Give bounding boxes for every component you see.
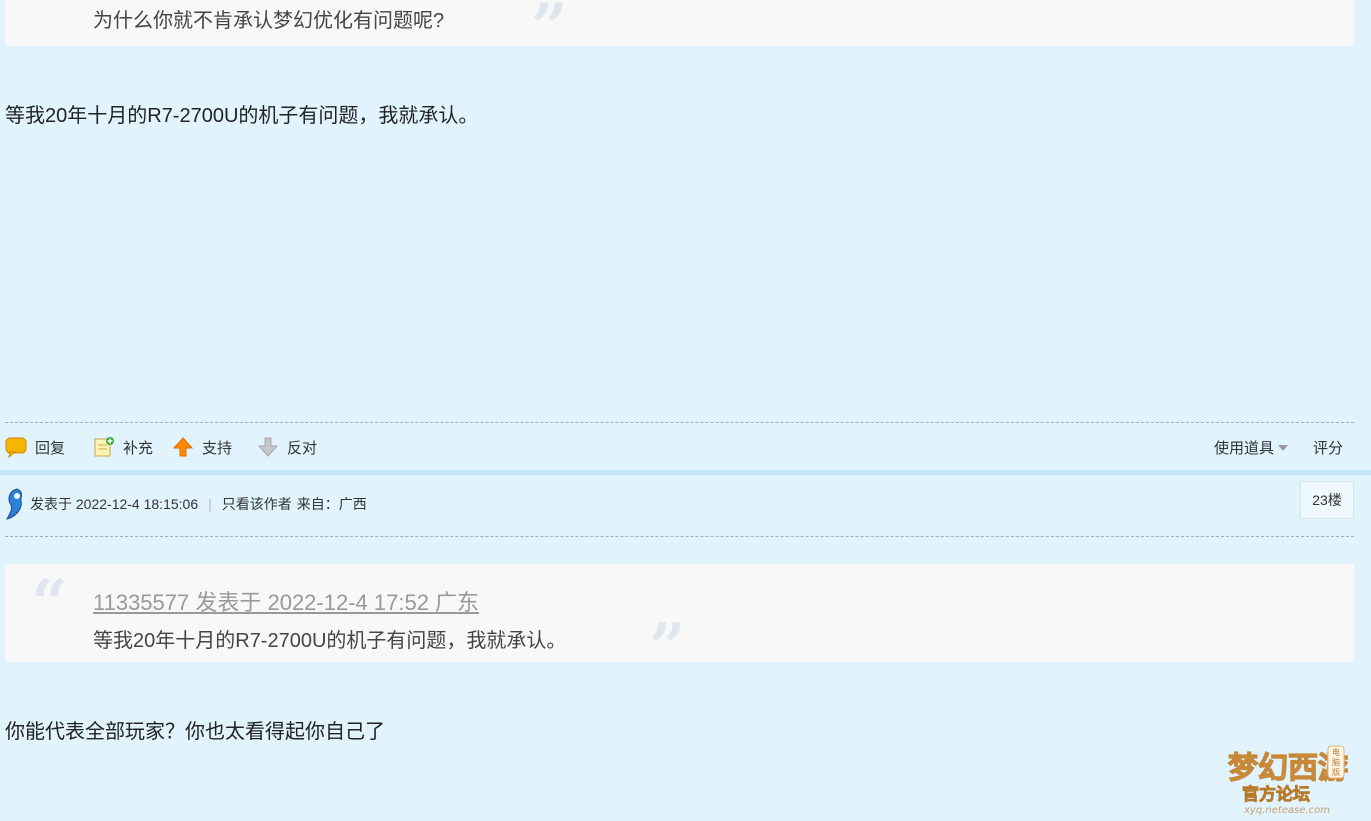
quote-block: “ 11335577 发表于 2022-12-4 17:52 广东 等我20年十… (5, 564, 1354, 680)
oppose-button[interactable]: 反对 (257, 432, 317, 462)
reply-bubble-icon (5, 436, 27, 459)
divider (5, 536, 1354, 537)
quote-text: 为什么你就不肯承认梦幻优化有问题呢? (93, 10, 445, 32)
open-quote-icon: “ (31, 566, 68, 641)
reply-label: 回复 (35, 439, 66, 457)
oppose-label: 反对 (287, 439, 318, 457)
reply-button[interactable]: 回复 (5, 432, 65, 462)
post-time: 发表于 2022-12-4 18:15:06 (30, 496, 199, 512)
supplement-label: 补充 (123, 439, 154, 457)
logo-subtitle: 官方论坛 (1242, 784, 1310, 805)
post-meta: 发表于 2022-12-4 18:15:06 | 只看该作者 来自：广西 (5, 488, 367, 520)
svg-text:脑: 脑 (1332, 757, 1340, 767)
use-tools-dropdown[interactable]: 使用道具 (1214, 432, 1289, 462)
floor-number[interactable]: 23楼 (1300, 481, 1354, 519)
meta-divider: | (208, 496, 212, 512)
post-separator (0, 470, 1371, 475)
post-action-bar: 回复 补充 支持 反对 使用道具 评分 (5, 432, 1354, 462)
note-add-icon (93, 436, 115, 458)
chevron-down-icon (1278, 439, 1289, 456)
use-tools-label: 使用道具 (1214, 439, 1275, 457)
post-content: 你能代表全部玩家？你也太看得起你自己了 (5, 721, 385, 743)
quote-block: 为什么你就不肯承认梦幻优化有问题呢? ” (5, 0, 1354, 60)
svg-text:版: 版 (1332, 767, 1340, 777)
post-content: 等我20年十月的R7-2700U的机子有问题，我就承认。 (5, 105, 479, 127)
rate-button[interactable]: 评分 (1313, 432, 1343, 462)
quoted-author-link[interactable]: 11335577 发表于 2022-12-4 17:52 广东 (93, 585, 479, 617)
divider (5, 422, 1354, 423)
avatar[interactable] (5, 487, 27, 521)
site-logo: 梦幻西游 电 脑 版 官方论坛 xyq.netease.com (1224, 738, 1349, 816)
arrow-down-icon (257, 436, 279, 458)
only-author-link[interactable]: 只看该作者 (222, 494, 292, 514)
svg-text:电: 电 (1332, 747, 1340, 757)
quote-text: 等我20年十月的R7-2700U的机子有问题，我就承认。 (93, 630, 567, 652)
close-quote-icon: ” (649, 610, 686, 685)
arrow-up-icon (172, 436, 194, 458)
support-button[interactable]: 支持 (172, 432, 232, 462)
support-label: 支持 (202, 439, 233, 457)
close-quote-icon: ” (531, 0, 568, 65)
supplement-button[interactable]: 补充 (93, 432, 153, 462)
logo-site: xyq.netease.com (1243, 805, 1330, 816)
rate-label: 评分 (1313, 439, 1344, 457)
location: 来自：广西 (296, 496, 367, 512)
